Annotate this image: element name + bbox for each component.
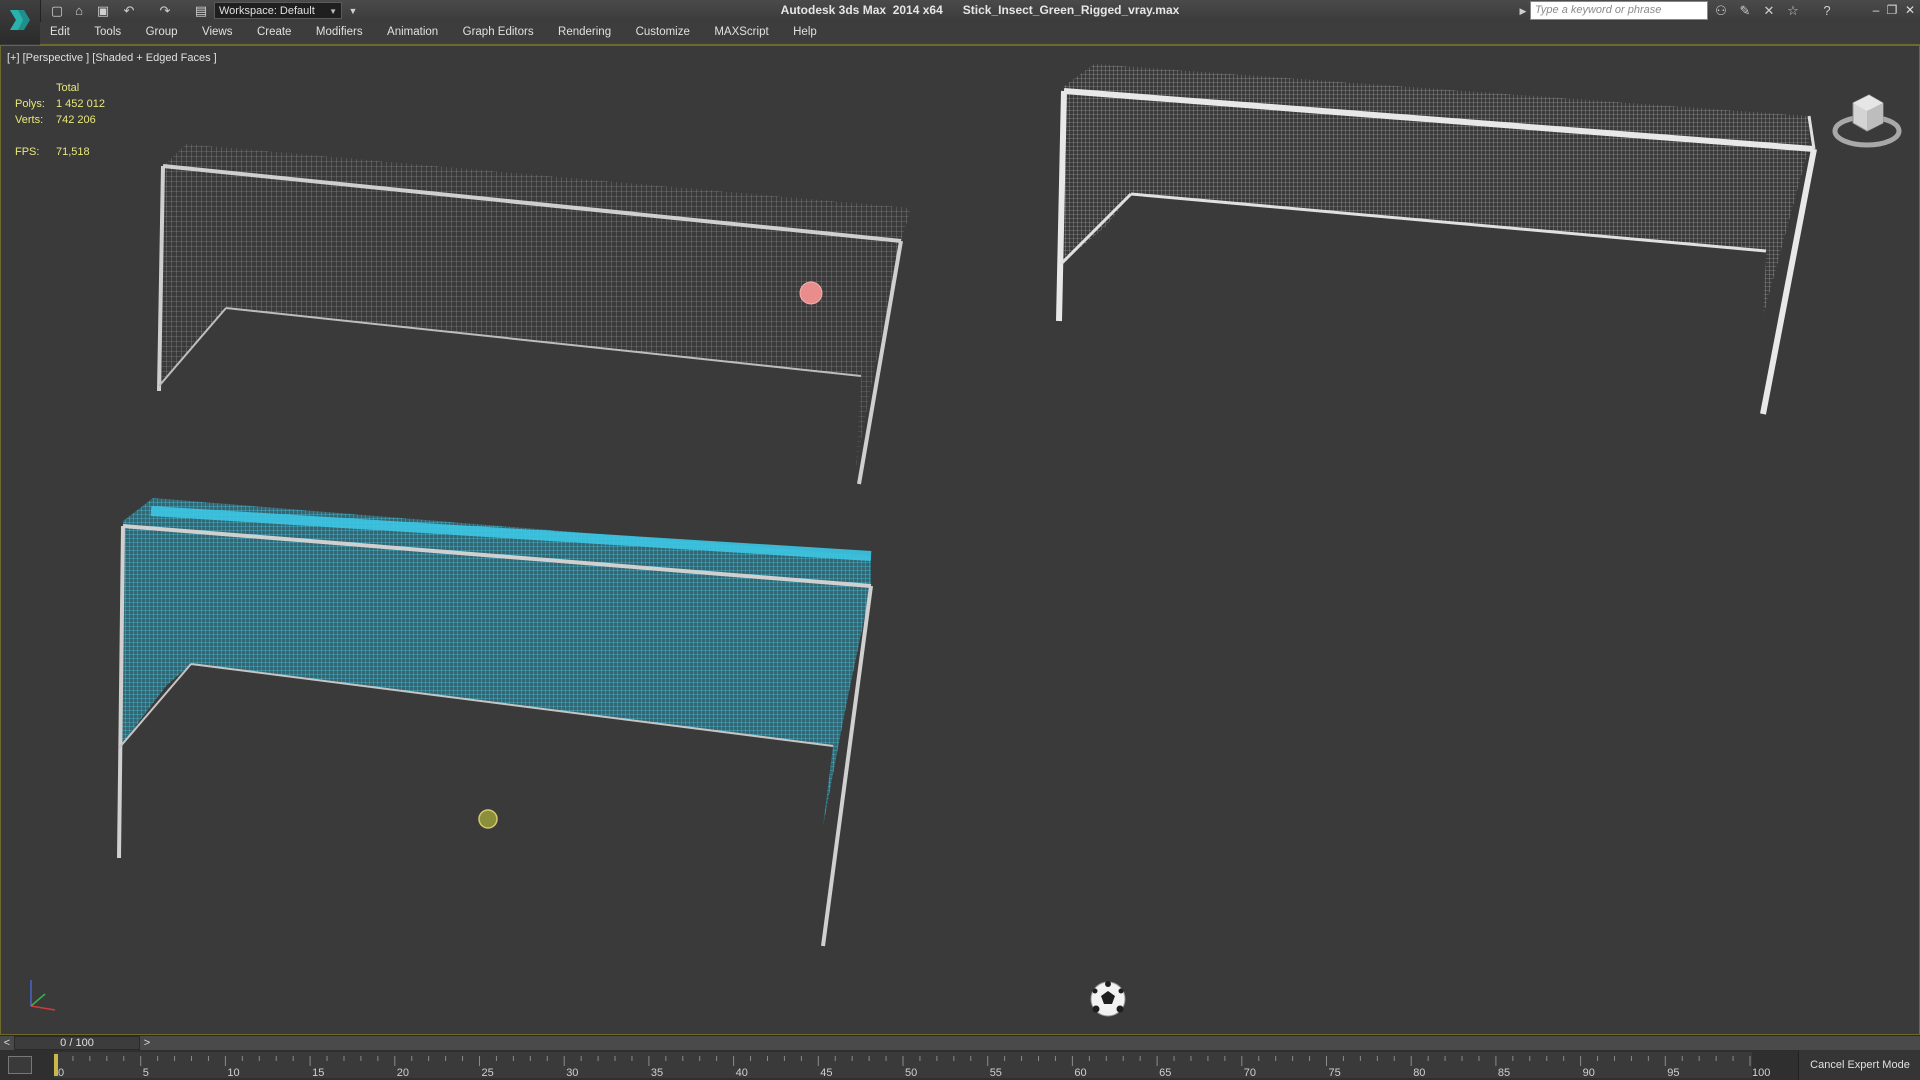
project-folder-icon[interactable]: ▤ [192, 2, 210, 20]
mini-curve-editor-icon[interactable] [8, 1056, 32, 1074]
window-title: Autodesk 3ds Max 2014 x64 Stick_Insect_G… [780, 3, 1180, 17]
ruler-tick-label: 40 [736, 1067, 748, 1079]
cancel-expert-mode-button[interactable]: Cancel Expert Mode [1798, 1050, 1920, 1080]
menu-edit[interactable]: Edit [40, 22, 80, 44]
3dsmax-logo-icon [10, 10, 30, 30]
menu-views[interactable]: Views [192, 22, 242, 44]
open-file-icon[interactable]: ⌂ [70, 2, 88, 20]
subscription-icon[interactable]: ✎ [1736, 2, 1754, 20]
goal-net-selected[interactable] [117, 498, 873, 947]
minimize-window-icon[interactable]: – [1868, 2, 1884, 18]
help-icon[interactable]: ? [1818, 2, 1836, 20]
ruler-tick-label: 100 [1752, 1067, 1770, 1079]
menu-tools[interactable]: Tools [84, 22, 131, 44]
redo-icon[interactable]: ↷ [156, 2, 174, 20]
undo-icon[interactable]: ↶ [120, 2, 138, 20]
ruler-tick-label: 50 [905, 1067, 917, 1079]
menu-animation[interactable]: Animation [377, 22, 448, 44]
ruler-tick-label: 60 [1074, 1067, 1086, 1079]
ruler-tick-label: 25 [482, 1067, 494, 1079]
workspace-label: Workspace: Default [219, 5, 315, 17]
menu-customize[interactable]: Customize [626, 22, 700, 44]
restore-window-icon[interactable]: ❐ [1884, 2, 1900, 18]
stats-header: Total [56, 82, 80, 94]
menu-help[interactable]: Help [783, 22, 827, 44]
ruler-tick-label: 35 [651, 1067, 663, 1079]
new-file-icon[interactable]: ▢ [48, 2, 66, 20]
ruler-tick-label: 70 [1244, 1067, 1256, 1079]
polys-value: 1 452 012 [56, 98, 105, 110]
title-bar: ▢ ⌂ ▣ ↶ ↷ ▤ Workspace: Default ▼ ▼ Autod… [0, 0, 1920, 44]
fps-value: 71,518 [56, 146, 90, 158]
frame-ruler[interactable]: 0 5 10 15 20 25 30 35 40 45 50 55 60 65 70 75 80 85 90 95 10… [0, 1050, 1798, 1080]
menu-group[interactable]: Group [136, 22, 188, 44]
menu-create[interactable]: Create [247, 22, 302, 44]
verts-label: Verts: [15, 114, 44, 126]
application-menu-button[interactable] [0, 0, 41, 44]
track-bar[interactable]: 0 5 10 15 20 25 30 35 40 45 50 55 60 65 70 75 80 85 90 95 10… [0, 1050, 1920, 1080]
previous-frame-button[interactable]: < [0, 1036, 14, 1051]
verts-value: 742 206 [56, 114, 96, 126]
ruler-tick-label: 10 [227, 1067, 239, 1079]
ruler-tick-label: 80 [1413, 1067, 1425, 1079]
current-frame-marker[interactable] [54, 1054, 58, 1076]
perspective-viewport[interactable]: [+] [Perspective ] [Shaded + Edged Faces… [0, 45, 1920, 1035]
polys-label: Polys: [15, 98, 45, 110]
scene-canvas[interactable] [1, 46, 1919, 1034]
viewcube-icon[interactable] [1829, 81, 1905, 157]
workspace-dropdown[interactable]: Workspace: Default ▼ [214, 2, 342, 19]
ruler-tick-label: 20 [397, 1067, 409, 1079]
close-window-icon[interactable]: ✕ [1902, 2, 1918, 18]
favorites-star-icon[interactable]: ☆ [1784, 2, 1802, 20]
chevron-down-icon: ▼ [329, 7, 337, 16]
ruler-tick-label: 75 [1329, 1067, 1341, 1079]
time-slider-thumb[interactable]: 0 / 100 [14, 1036, 140, 1050]
menu-graph-editors[interactable]: Graph Editors [453, 22, 544, 44]
search-input[interactable]: Type a keyword or phrase [1530, 1, 1708, 20]
menu-rendering[interactable]: Rendering [548, 22, 621, 44]
menu-modifiers[interactable]: Modifiers [306, 22, 373, 44]
ruler-tick-label: 85 [1498, 1067, 1510, 1079]
ruler-tick-label: 90 [1583, 1067, 1595, 1079]
ruler-tick-label: 95 [1667, 1067, 1679, 1079]
ball-small-selected[interactable] [478, 809, 498, 829]
ruler-tick-label: 45 [820, 1067, 832, 1079]
binoculars-icon[interactable]: ⚇ [1712, 2, 1730, 20]
next-frame-button[interactable]: > [140, 1036, 154, 1051]
ruler-tick-label: 5 [143, 1067, 149, 1079]
soccer-ball[interactable] [1090, 981, 1126, 1017]
goal-net-top-left[interactable] [157, 144, 911, 485]
menu-maxscript[interactable]: MAXScript [704, 22, 778, 44]
ruler-tick-label: 65 [1159, 1067, 1171, 1079]
time-slider[interactable]: < 0 / 100 > [0, 1035, 1920, 1051]
ruler-tick-label: 15 [312, 1067, 324, 1079]
quick-access-dropdown-icon[interactable]: ▼ [344, 2, 362, 20]
menu-bar: Edit Tools Group Views Create Modifiers … [40, 22, 1920, 45]
ruler-tick-label: 55 [990, 1067, 1002, 1079]
communication-icon[interactable]: ✕ [1760, 2, 1778, 20]
ruler-tick-label: 30 [566, 1067, 578, 1079]
axis-tripod-icon [30, 980, 56, 1011]
ruler-tick-label: 0 [58, 1067, 64, 1079]
goal-net-top-right[interactable] [1056, 64, 1817, 415]
statistics-overlay: Total Polys: 1 452 012 Verts: 742 206 FPS:… [15, 82, 135, 162]
viewport-label-menu[interactable]: [+] [Perspective ] [Shaded + Edged Faces… [7, 52, 217, 64]
fps-label: FPS: [15, 146, 40, 158]
save-file-icon[interactable]: ▣ [94, 2, 112, 20]
